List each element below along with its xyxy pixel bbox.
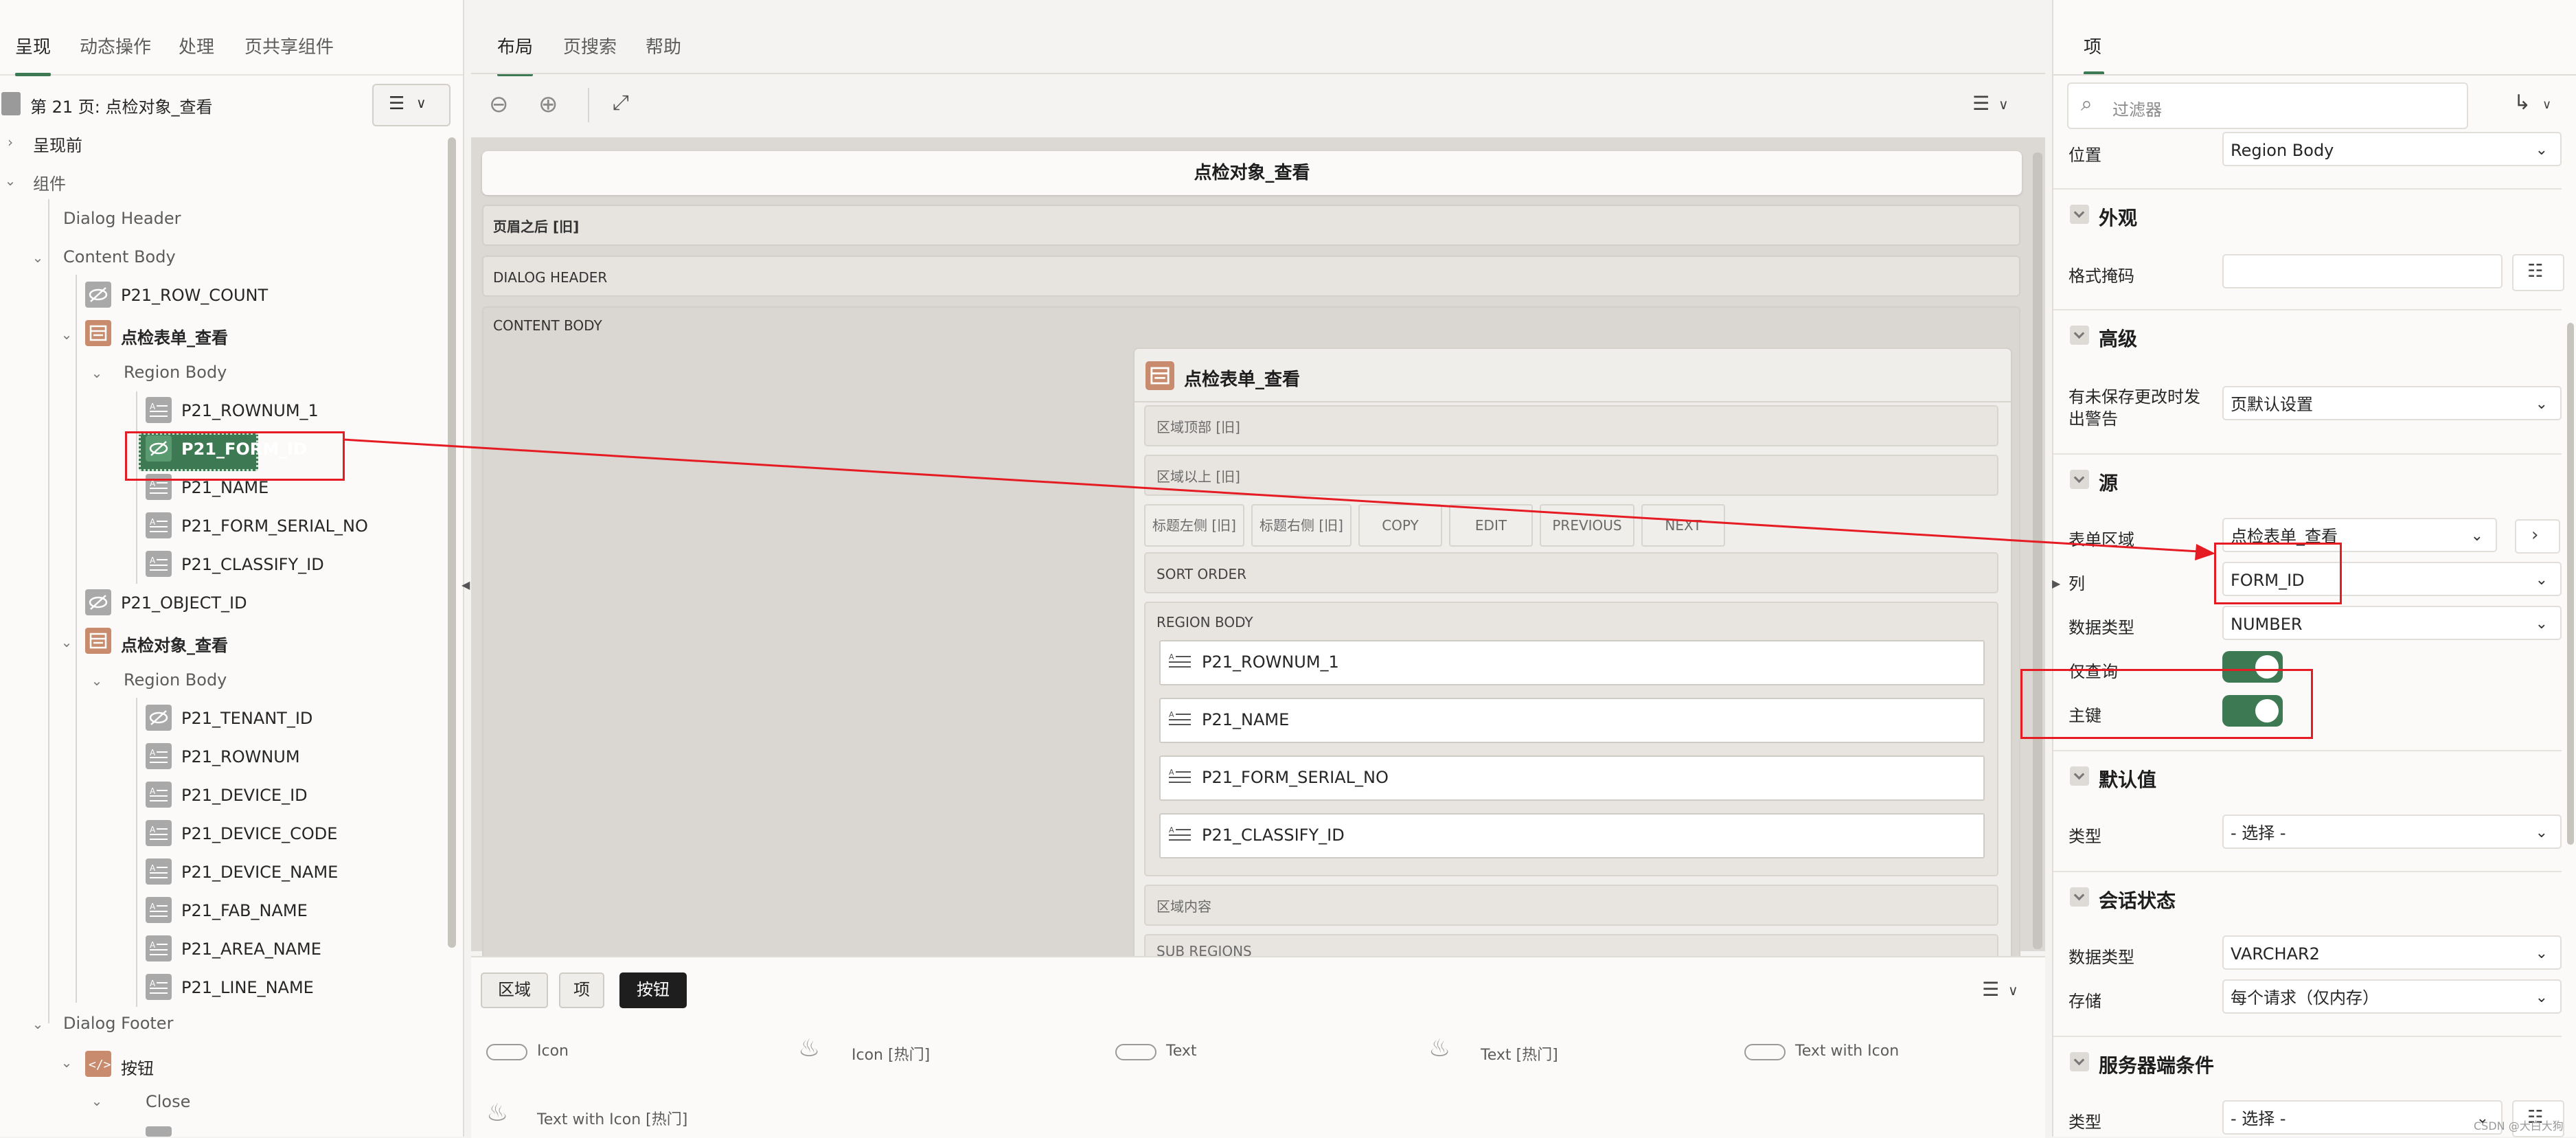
- annotation-arrow: [343, 438, 2215, 560]
